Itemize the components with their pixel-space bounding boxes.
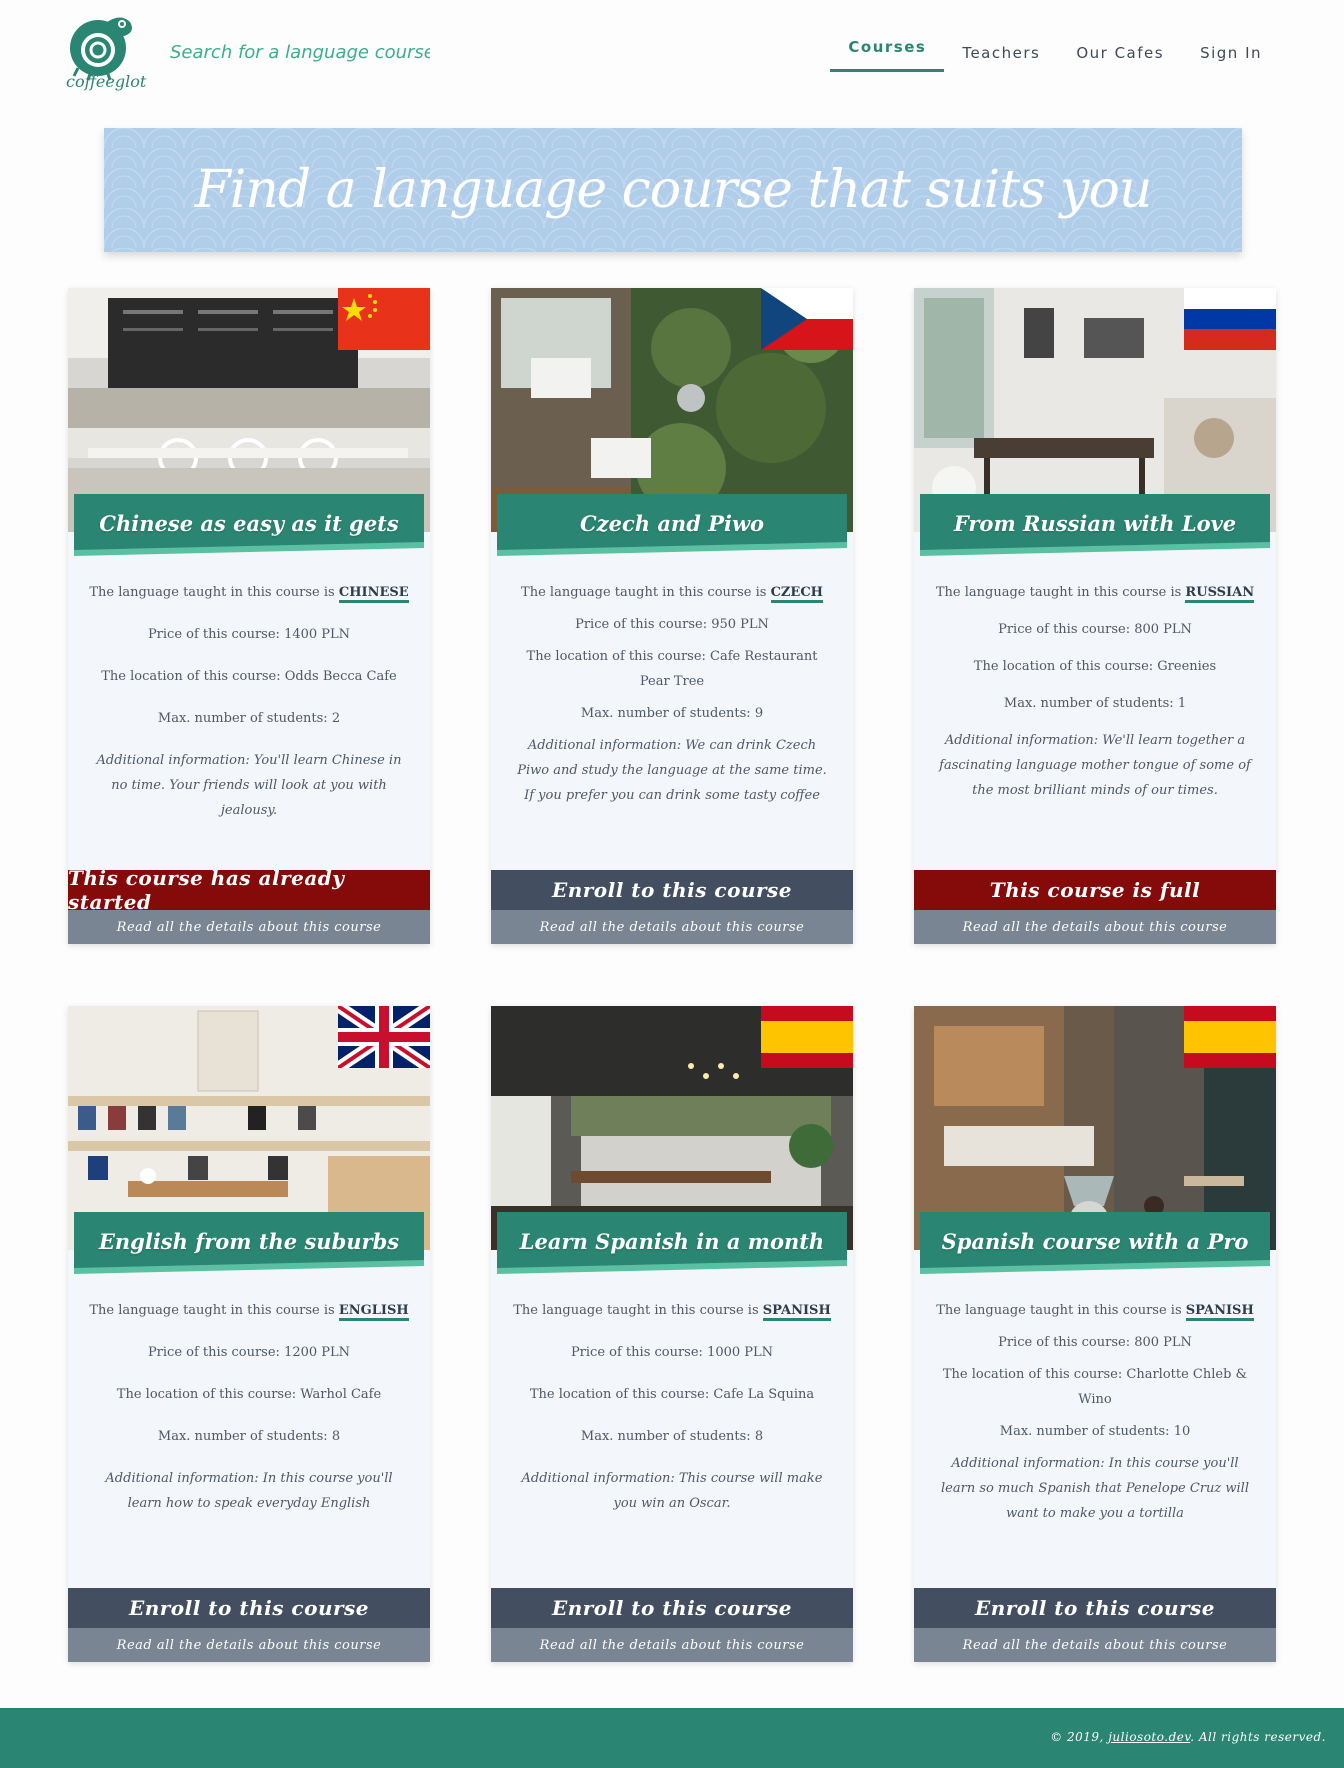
course-location: The location of this course: Charlotte C… — [942, 1367, 1248, 1407]
course-details: The language taught in this course is SP… — [511, 1298, 833, 1533]
site-footer: © 2019, juliosoto.dev. All rights reserv… — [0, 1708, 1344, 1768]
course-card: Czech and Piwo The language taught in th… — [491, 288, 853, 944]
course-max-students: Max. number of students: 8 — [580, 1429, 764, 1444]
page-title: Find a language course that suits you — [194, 160, 1153, 220]
course-price: Price of this course: 800 PLN — [998, 1335, 1192, 1350]
nav-our-cafes[interactable]: Our Cafes — [1058, 40, 1182, 72]
course-title: Czech and Piwo — [579, 510, 765, 536]
course-title: Spanish course with a Pro — [941, 1228, 1249, 1254]
nav-courses[interactable]: Courses — [830, 34, 945, 72]
course-max-students: Max. number of students: 8 — [157, 1429, 341, 1444]
details-link[interactable]: Read all the details about this course — [914, 910, 1276, 944]
course-card: Chinese as easy as it gets The language … — [68, 288, 430, 944]
course-price: Price of this course: 1400 PLN — [147, 627, 351, 642]
course-price: Price of this course: 1200 PLN — [147, 1345, 351, 1360]
course-title: English from the suburbs — [98, 1228, 400, 1254]
course-price: Price of this course: 1000 PLN — [570, 1345, 774, 1360]
course-started-button[interactable]: This course has already started — [68, 866, 430, 914]
logo-wordmark: coffeeglot — [66, 72, 147, 91]
language-label: The language taught in this course is — [521, 585, 767, 600]
copyright-suffix: . All rights reserved. — [1190, 1730, 1326, 1744]
course-info: Additional information: We'll learn toge… — [939, 733, 1251, 798]
course-title: Chinese as easy as it gets — [99, 510, 399, 536]
details-link[interactable]: Read all the details about this course — [68, 1628, 430, 1662]
course-language: SPANISH — [762, 1303, 831, 1321]
course-language: SPANISH — [1185, 1303, 1254, 1321]
course-details: The language taught in this course is CZ… — [511, 580, 833, 815]
spain-flag-icon — [761, 1006, 853, 1068]
details-link[interactable]: Read all the details about this course — [491, 1628, 853, 1662]
course-price: Price of this course: 800 PLN — [998, 622, 1192, 637]
nav-sign-in[interactable]: Sign In — [1182, 40, 1280, 72]
course-card: Spanish course with a Pro The language t… — [914, 1006, 1276, 1662]
course-max-students: Max. number of students: 10 — [999, 1424, 1191, 1439]
language-label: The language taught in this course is — [89, 585, 335, 600]
details-link[interactable]: Read all the details about this course — [914, 1628, 1276, 1662]
course-title: From Russian with Love — [953, 510, 1237, 536]
course-info: Additional information: We can drink Cze… — [517, 738, 827, 803]
main-nav: Courses Teachers Our Cafes Sign In — [830, 38, 1280, 72]
enroll-button[interactable]: Enroll to this course — [68, 1588, 430, 1628]
course-price: Price of this course: 950 PLN — [575, 617, 769, 632]
copyright: © 2019, juliosoto.dev. All rights reserv… — [1050, 1730, 1326, 1744]
course-language: CZECH — [770, 585, 823, 603]
hero-banner: Find a language course that suits you — [104, 128, 1242, 252]
course-location: The location of this course: Warhol Cafe — [116, 1387, 382, 1402]
language-label: The language taught in this course is — [89, 1303, 335, 1318]
language-label: The language taught in this course is — [936, 1303, 1182, 1318]
course-info: Additional information: You'll learn Chi… — [96, 753, 402, 818]
course-info: Additional information: In this course y… — [941, 1456, 1249, 1521]
course-info: Additional information: In this course y… — [105, 1471, 393, 1511]
course-location: The location of this course: Greenies — [973, 659, 1217, 674]
course-details: The language taught in this course is EN… — [88, 1298, 410, 1533]
uk-flag-icon — [338, 1006, 430, 1068]
language-label: The language taught in this course is — [513, 1303, 759, 1318]
copyright-prefix: © 2019, — [1050, 1730, 1104, 1744]
course-details: The language taught in this course is RU… — [934, 580, 1256, 810]
course-location: The location of this course: Cafe Restau… — [526, 649, 818, 689]
course-details: The language taught in this course is CH… — [88, 580, 410, 840]
russia-flag-icon — [1184, 288, 1276, 350]
course-language: RUSSIAN — [1185, 585, 1255, 603]
course-max-students: Max. number of students: 1 — [1003, 696, 1187, 711]
details-link[interactable]: Read all the details about this course — [491, 910, 853, 944]
author-link[interactable]: juliosoto.dev — [1108, 1730, 1190, 1744]
czech-flag-icon — [761, 288, 853, 350]
course-language: CHINESE — [338, 585, 409, 603]
course-location: The location of this course: Odds Becca … — [101, 669, 397, 684]
nav-teachers[interactable]: Teachers — [944, 40, 1058, 72]
course-card: English from the suburbs The language ta… — [68, 1006, 430, 1662]
course-details: The language taught in this course is SP… — [934, 1298, 1256, 1533]
search-input[interactable] — [170, 42, 430, 63]
course-info: Additional information: This course will… — [521, 1471, 823, 1511]
enroll-button[interactable]: Enroll to this course — [491, 870, 853, 910]
course-language: ENGLISH — [338, 1303, 409, 1321]
course-card: Learn Spanish in a month The language ta… — [491, 1006, 853, 1662]
course-full-button[interactable]: This course is full — [914, 870, 1276, 910]
course-max-students: Max. number of students: 9 — [580, 706, 764, 721]
enroll-button[interactable]: Enroll to this course — [491, 1588, 853, 1628]
course-title: Learn Spanish in a month — [519, 1228, 825, 1254]
course-max-students: Max. number of students: 2 — [157, 711, 341, 726]
course-location: The location of this course: Cafe La Squ… — [529, 1387, 815, 1402]
site-header: coffeeglot Courses Teachers Our Cafes Si… — [0, 0, 1344, 110]
china-flag-icon — [338, 288, 430, 350]
spain-flag-icon — [1184, 1006, 1276, 1068]
details-link[interactable]: Read all the details about this course — [68, 910, 430, 944]
language-label: The language taught in this course is — [935, 585, 1182, 600]
enroll-button[interactable]: Enroll to this course — [914, 1588, 1276, 1628]
course-card: From Russian with Love The language taug… — [914, 288, 1276, 944]
